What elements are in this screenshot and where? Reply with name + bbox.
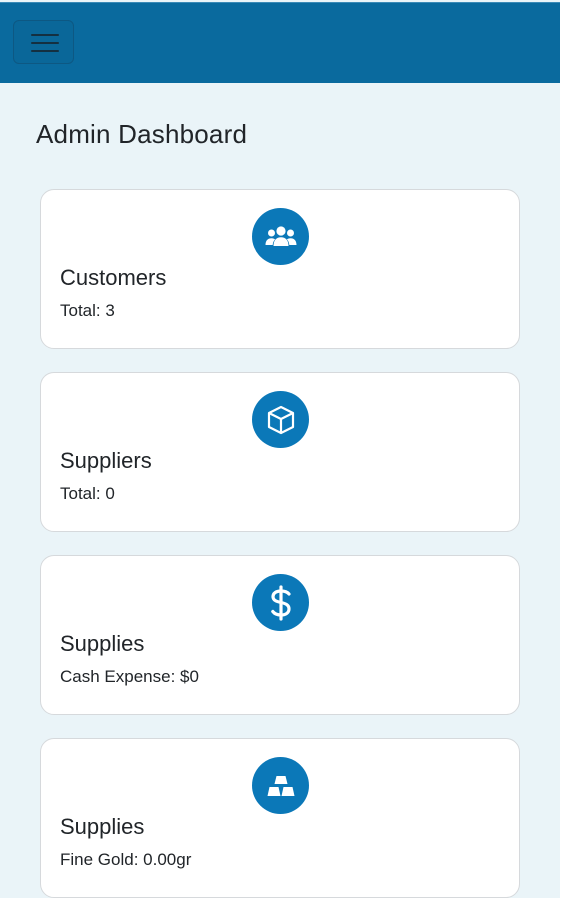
card-value: Total: 3 [60,301,115,320]
dollar-icon [252,574,309,631]
gold-bars-icon [252,757,309,814]
card-title: Customers [60,265,167,290]
customers-card[interactable]: Customers Total: 3 [40,189,520,349]
card-value: Cash Expense: $0 [60,667,199,686]
suppliers-card[interactable]: Suppliers Total: 0 [40,372,520,532]
menu-toggle-button[interactable] [13,20,74,64]
app-frame: Admin Dashboard Customers Total: 3 Suppl… [0,0,560,898]
card-value: Total: 0 [60,484,115,503]
cash-expense-card[interactable]: Supplies Cash Expense: $0 [40,555,520,715]
hamburger-menu-icon [31,33,59,53]
card-title: Suppliers [60,448,152,473]
card-title: Supplies [60,814,145,839]
card-value: Fine Gold: 0.00gr [60,850,192,869]
box-icon [252,391,309,448]
top-navbar [0,2,560,83]
page-title: Admin Dashboard [36,119,248,149]
card-title: Supplies [60,631,145,656]
users-icon [252,208,309,265]
fine-gold-card[interactable]: Supplies Fine Gold: 0.00gr [40,738,520,898]
